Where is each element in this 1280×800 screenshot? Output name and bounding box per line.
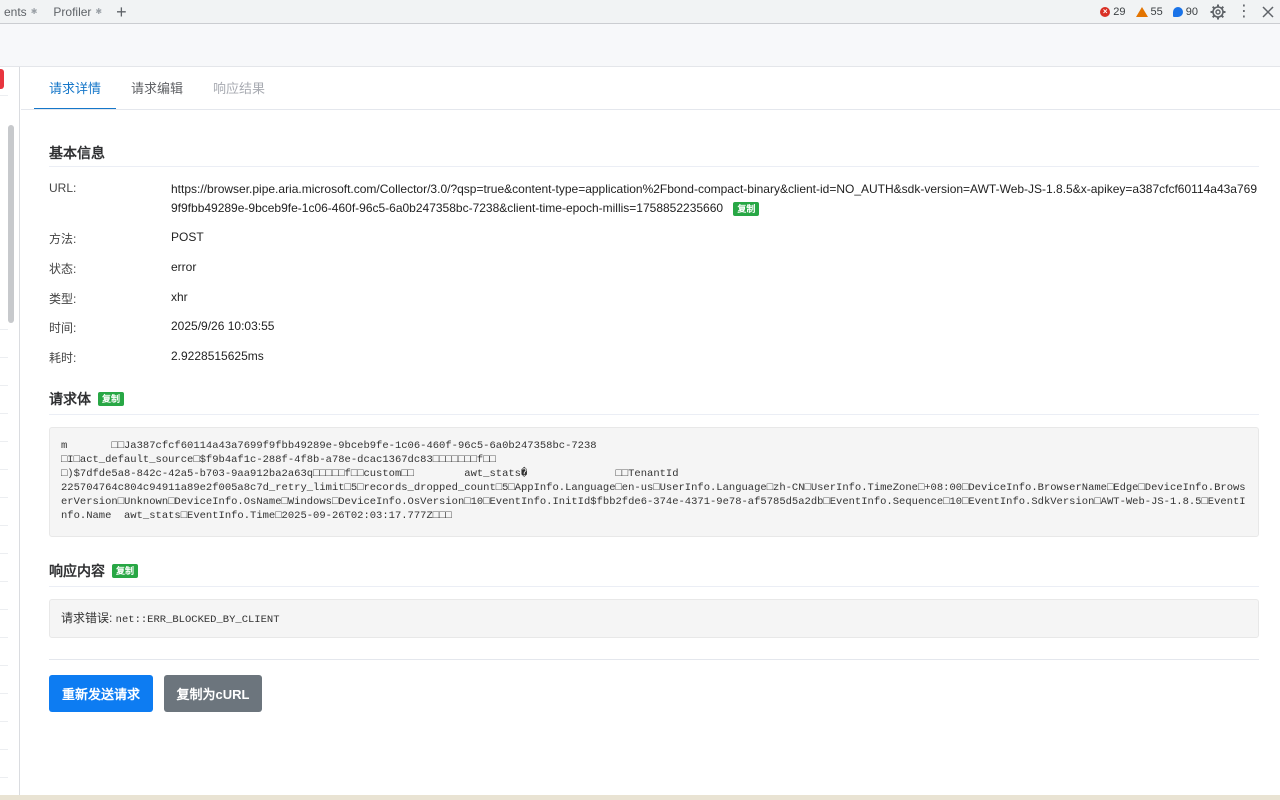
list-divider bbox=[0, 469, 8, 470]
copy-response-button[interactable]: 复制 bbox=[112, 564, 139, 578]
top-right-controls: ⋮ bbox=[1210, 0, 1274, 24]
request-body-content: m □□Ja387cfcf60114a43a7699f9fbb49289e-9b… bbox=[49, 427, 1259, 537]
error-counter[interactable]: × 29 bbox=[1100, 6, 1126, 18]
response-heading: 响应内容 复制 bbox=[49, 561, 139, 581]
tab-request-edit[interactable]: 请求编辑 bbox=[116, 67, 198, 110]
response-error-prefix: 请求错误: bbox=[61, 611, 116, 625]
list-divider bbox=[0, 693, 8, 694]
list-divider bbox=[0, 329, 8, 330]
request-list-panel[interactable] bbox=[0, 67, 20, 800]
type-value: xhr bbox=[171, 290, 188, 304]
close-icon[interactable] bbox=[1262, 6, 1274, 18]
list-divider bbox=[0, 95, 8, 96]
list-scrollbar[interactable] bbox=[8, 125, 14, 323]
info-count: 90 bbox=[1185, 6, 1198, 18]
list-divider bbox=[0, 525, 8, 526]
basic-info-heading: 基本信息 bbox=[49, 143, 105, 163]
selected-request-marker bbox=[0, 69, 4, 89]
method-label: 方法: bbox=[49, 232, 77, 246]
more-options-icon[interactable]: ⋮ bbox=[1236, 4, 1252, 20]
devtools-tab-strip: ents ✱ Profiler ✱ + × 29 55 90 ⋮ bbox=[0, 0, 1280, 24]
list-divider bbox=[0, 581, 8, 582]
duration-label: 耗时: bbox=[49, 351, 77, 365]
tabs-divider bbox=[21, 109, 1280, 110]
method-value: POST bbox=[171, 230, 204, 244]
copy-url-button[interactable]: 复制 bbox=[733, 202, 760, 216]
tab-close-dot-icon[interactable]: ✱ bbox=[95, 7, 102, 16]
request-details-panel: 请求详情 请求编辑 响应结果 基本信息 URL: https://browser… bbox=[21, 67, 1280, 800]
response-content: 请求错误: net::ERR_BLOCKED_BY_CLIENT bbox=[49, 599, 1259, 638]
tab-profiler[interactable]: Profiler ✱ bbox=[45, 0, 110, 24]
gear-icon[interactable] bbox=[1210, 4, 1226, 20]
list-divider bbox=[0, 721, 8, 722]
issue-counters[interactable]: × 29 55 90 bbox=[1100, 0, 1198, 24]
list-divider bbox=[0, 413, 8, 414]
toolbar-band bbox=[0, 24, 1280, 67]
list-divider bbox=[0, 609, 8, 610]
section-divider bbox=[49, 586, 1259, 587]
url-value: https://browser.pipe.aria.microsoft.com/… bbox=[171, 180, 1261, 218]
list-divider bbox=[0, 441, 8, 442]
tab-events[interactable]: ents ✱ bbox=[0, 0, 45, 24]
response-title: 响应内容 bbox=[49, 563, 105, 579]
type-label: 类型: bbox=[49, 292, 77, 306]
list-divider bbox=[0, 497, 8, 498]
tab-label: Profiler bbox=[53, 4, 92, 19]
section-divider bbox=[49, 414, 1259, 415]
info-counter[interactable]: 90 bbox=[1172, 6, 1198, 18]
tab-close-dot-icon[interactable]: ✱ bbox=[31, 7, 38, 16]
copy-body-button[interactable]: 复制 bbox=[98, 392, 125, 406]
error-count: 29 bbox=[1113, 6, 1126, 18]
section-divider bbox=[49, 166, 1259, 167]
time-label: 时间: bbox=[49, 321, 77, 335]
error-icon: × bbox=[1100, 7, 1111, 17]
list-divider bbox=[0, 777, 8, 778]
warning-icon bbox=[1135, 7, 1148, 17]
duration-value: 2.9228515625ms bbox=[171, 349, 264, 363]
list-divider bbox=[0, 357, 8, 358]
status-value: error bbox=[171, 260, 197, 274]
tab-label: ents bbox=[4, 4, 27, 19]
time-value: 2025/9/26 10:03:55 bbox=[171, 319, 275, 333]
list-divider bbox=[0, 665, 8, 666]
resend-request-button[interactable]: 重新发送请求 bbox=[49, 675, 153, 712]
tab-request-details[interactable]: 请求详情 bbox=[34, 67, 117, 110]
url-text: https://browser.pipe.aria.microsoft.com/… bbox=[171, 182, 1257, 215]
info-message-icon bbox=[1172, 7, 1183, 17]
add-tab-icon[interactable]: + bbox=[116, 0, 127, 24]
basic-info-title: 基本信息 bbox=[49, 145, 105, 161]
list-divider bbox=[0, 637, 8, 638]
warning-count: 55 bbox=[1150, 6, 1163, 18]
request-body-title: 请求体 bbox=[49, 391, 91, 407]
warning-counter[interactable]: 55 bbox=[1135, 6, 1163, 18]
detail-tabs: 请求详情 请求编辑 响应结果 bbox=[34, 67, 280, 110]
copy-as-curl-button[interactable]: 复制为cURL bbox=[164, 675, 262, 712]
actions-divider bbox=[49, 659, 1259, 660]
response-error-text: net::ERR_BLOCKED_BY_CLIENT bbox=[115, 614, 280, 626]
list-divider bbox=[0, 385, 8, 386]
list-divider bbox=[0, 553, 8, 554]
url-label: URL: bbox=[49, 181, 77, 195]
list-divider bbox=[0, 749, 8, 750]
status-label: 状态: bbox=[49, 262, 77, 276]
tab-response-result[interactable]: 响应结果 bbox=[198, 67, 280, 110]
window-bottom-edge bbox=[0, 795, 1280, 800]
request-body-heading: 请求体 复制 bbox=[49, 389, 125, 409]
